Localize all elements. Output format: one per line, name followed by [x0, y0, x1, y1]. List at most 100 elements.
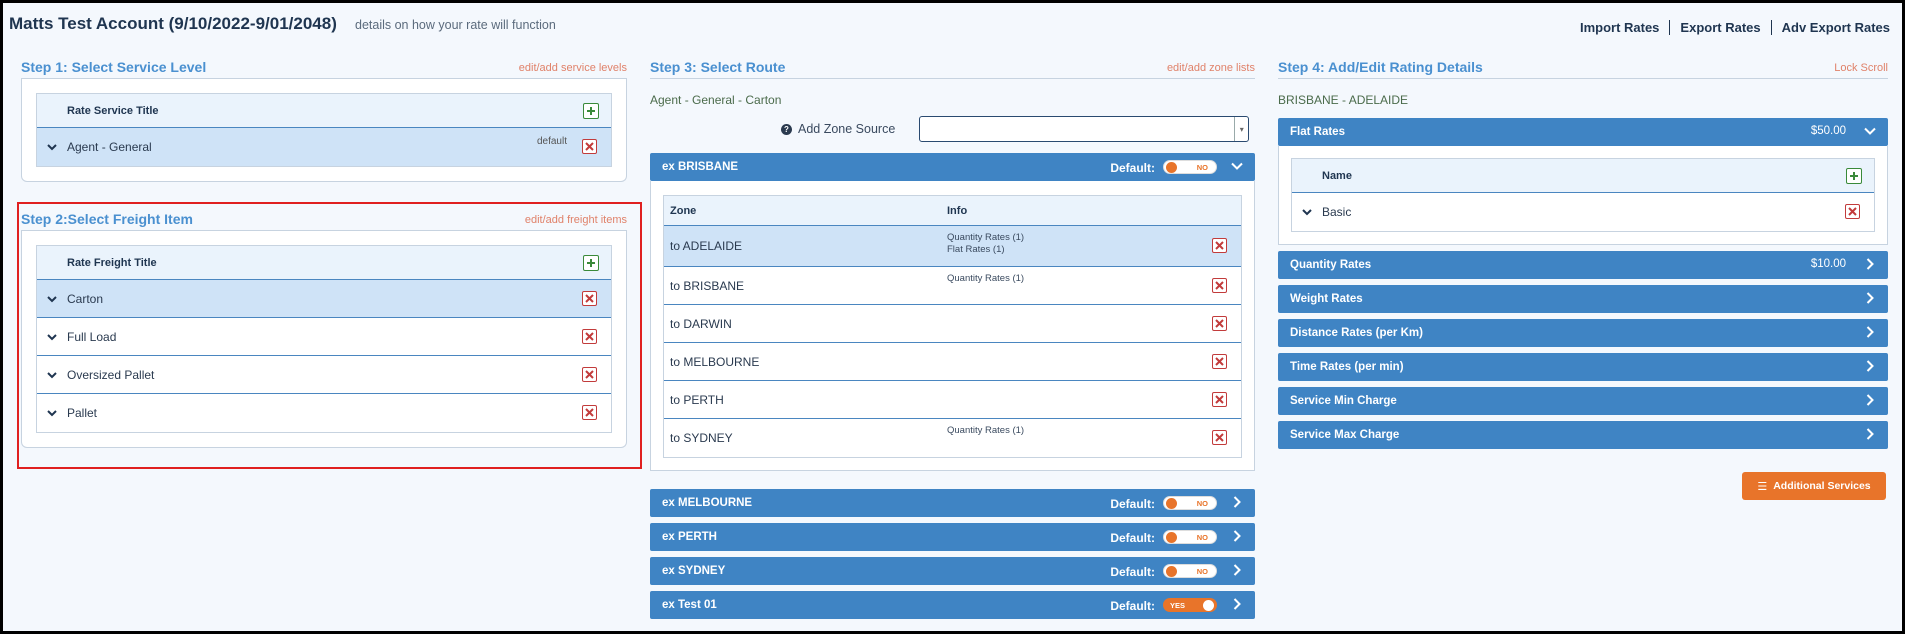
- delete-flat-rate-button[interactable]: [1845, 204, 1860, 219]
- zone-row[interactable]: to ADELAIDE Quantity Rates (1) Flat Rate…: [664, 226, 1241, 267]
- zone-source-label: Add Zone Source: [798, 122, 896, 136]
- weight-rates-bar[interactable]: Weight Rates: [1278, 285, 1888, 313]
- quantity-rates-bar[interactable]: Quantity Rates $10.00: [1278, 251, 1888, 279]
- dropdown-arrow-icon[interactable]: ▾: [1234, 117, 1248, 141]
- chevron-right-icon[interactable]: [1864, 326, 1876, 338]
- close-icon: [1215, 318, 1224, 328]
- zone-name: to SYDNEY: [670, 431, 733, 445]
- chevron-right-icon[interactable]: [1864, 394, 1876, 406]
- close-icon: [1215, 394, 1224, 404]
- page-title: Matts Test Account (9/10/2022-9/01/2048): [9, 14, 337, 33]
- rating-route-label: BRISBANE - ADELAIDE: [1278, 93, 1409, 107]
- default-toggle[interactable]: NO: [1163, 496, 1217, 510]
- default-tag: default: [536, 136, 567, 147]
- add-flat-rate-button[interactable]: [1846, 167, 1862, 184]
- default-label: Default:: [1110, 599, 1155, 613]
- name-column-header: Name: [1322, 169, 1352, 182]
- edit-zone-lists-link[interactable]: edit/add zone lists: [1167, 62, 1255, 74]
- import-rates-link[interactable]: Import Rates: [1570, 20, 1669, 35]
- column-step-3: Step 3: Select Route edit/add zone lists…: [650, 59, 1255, 619]
- delete-zone-button[interactable]: [1212, 353, 1227, 369]
- zone-table-header: Zone Info: [664, 196, 1241, 226]
- zone-info-line: Flat Rates (1): [947, 244, 1005, 255]
- delete-service-button[interactable]: [582, 139, 597, 154]
- step3-title: Step 3: Select Route: [650, 59, 786, 75]
- additional-services-button[interactable]: ☰ Additional Services: [1742, 472, 1886, 500]
- origin-name: ex MELBOURNE: [662, 497, 753, 509]
- zone-row[interactable]: to SYDNEY Quantity Rates (1): [664, 419, 1241, 457]
- flat-rates-bar[interactable]: Flat Rates $50.00: [1278, 118, 1888, 146]
- service-table: Rate Service Title Agent - General defau…: [36, 93, 612, 167]
- default-toggle[interactable]: YES: [1163, 598, 1217, 612]
- chevron-right-icon[interactable]: [1231, 598, 1243, 610]
- close-icon: [1215, 433, 1224, 442]
- zone-info: Quantity Rates (1): [947, 267, 1241, 285]
- service-row[interactable]: Agent - General default: [37, 128, 611, 166]
- zone-info: [947, 305, 1241, 311]
- zone-info: Quantity Rates (1) Flat Rates (1): [947, 226, 1241, 256]
- default-toggle[interactable]: NO: [1163, 564, 1217, 578]
- page-subtitle: details on how your rate will function: [355, 18, 556, 32]
- close-icon: [1215, 280, 1224, 290]
- time-rates-bar[interactable]: Time Rates (per min): [1278, 353, 1888, 381]
- chevron-down-icon[interactable]: [1292, 206, 1322, 218]
- chevron-down-icon[interactable]: [37, 141, 67, 153]
- flat-rates-header: Name: [1292, 159, 1874, 193]
- page: Matts Test Account (9/10/2022-9/01/2048)…: [3, 3, 1902, 631]
- chevron-right-icon[interactable]: [1864, 258, 1876, 270]
- default-toggle[interactable]: NO: [1163, 160, 1217, 174]
- default-label: Default:: [1110, 565, 1155, 579]
- zone-info-line: Quantity Rates (1): [947, 425, 1025, 436]
- delete-zone-button[interactable]: [1212, 315, 1227, 331]
- origin-bar[interactable]: ex Test 01 Default: YES: [650, 591, 1255, 619]
- step1-header: Step 1: Select Service Level edit/add se…: [21, 59, 627, 79]
- additional-services-label: Additional Services: [1773, 480, 1871, 492]
- export-rates-link[interactable]: Export Rates: [1670, 20, 1770, 35]
- zone-row[interactable]: to BRISBANE Quantity Rates (1): [664, 267, 1241, 305]
- chevron-right-icon[interactable]: [1231, 530, 1243, 542]
- add-service-button[interactable]: [583, 102, 599, 119]
- delete-zone-button[interactable]: [1212, 391, 1227, 407]
- rate-section-price: $10.00: [1810, 258, 1846, 270]
- chevron-right-icon[interactable]: [1231, 564, 1243, 576]
- delete-zone-button[interactable]: [1212, 277, 1227, 293]
- chevron-down-icon[interactable]: [1231, 160, 1243, 172]
- default-label: Default:: [1110, 531, 1155, 545]
- origin-bar[interactable]: ex BRISBANE Default: NO: [650, 153, 1255, 181]
- zone-info: Quantity Rates (1): [947, 419, 1241, 437]
- adv-export-rates-link[interactable]: Adv Export Rates: [1772, 20, 1890, 35]
- rate-section-label: Service Max Charge: [1290, 429, 1400, 441]
- top-links: Import Rates Export Rates Adv Export Rat…: [1570, 20, 1890, 35]
- delete-zone-button[interactable]: [1212, 430, 1227, 445]
- service-min-charge-bar[interactable]: Service Min Charge: [1278, 387, 1888, 415]
- origin-bar[interactable]: ex SYDNEY Default: NO: [650, 557, 1255, 585]
- column-step-4: Step 4: Add/Edit Rating Details Lock Scr…: [1278, 59, 1888, 500]
- origin-name: ex BRISBANE: [662, 161, 739, 173]
- chevron-right-icon[interactable]: [1231, 496, 1243, 508]
- zone-row[interactable]: to DARWIN: [664, 305, 1241, 343]
- service-table-header: Rate Service Title: [37, 94, 611, 128]
- default-label: Default:: [1110, 161, 1155, 175]
- service-max-charge-bar[interactable]: Service Max Charge: [1278, 421, 1888, 449]
- zone-name: to BRISBANE: [670, 278, 745, 293]
- chevron-down-icon[interactable]: [1864, 125, 1876, 137]
- step2-highlight-box: [17, 202, 642, 469]
- origin-bar[interactable]: ex MELBOURNE Default: NO: [650, 489, 1255, 517]
- chevron-right-icon[interactable]: [1864, 360, 1876, 372]
- edit-service-levels-link[interactable]: edit/add service levels: [519, 62, 627, 74]
- distance-rates-bar[interactable]: Distance Rates (per Km): [1278, 319, 1888, 347]
- origin-bar[interactable]: ex PERTH Default: NO: [650, 523, 1255, 551]
- zone-name: to MELBOURNE: [670, 354, 760, 369]
- lock-scroll-link[interactable]: Lock Scroll: [1834, 62, 1888, 74]
- zone-source-select[interactable]: ▾: [919, 116, 1250, 142]
- default-toggle[interactable]: NO: [1163, 530, 1217, 544]
- zone-row[interactable]: to PERTH: [664, 381, 1241, 419]
- chevron-right-icon[interactable]: [1864, 428, 1876, 440]
- chevron-right-icon[interactable]: [1864, 292, 1876, 304]
- zone-row[interactable]: to MELBOURNE: [664, 343, 1241, 381]
- delete-zone-button[interactable]: [1212, 238, 1227, 253]
- origin-name: ex PERTH: [662, 531, 717, 543]
- flat-rate-row[interactable]: Basic: [1292, 193, 1874, 231]
- zone-panel: Zone Info to ADELAIDE Quantity Rates (1)…: [650, 181, 1255, 471]
- zone-info-line: Quantity Rates (1): [947, 232, 1025, 243]
